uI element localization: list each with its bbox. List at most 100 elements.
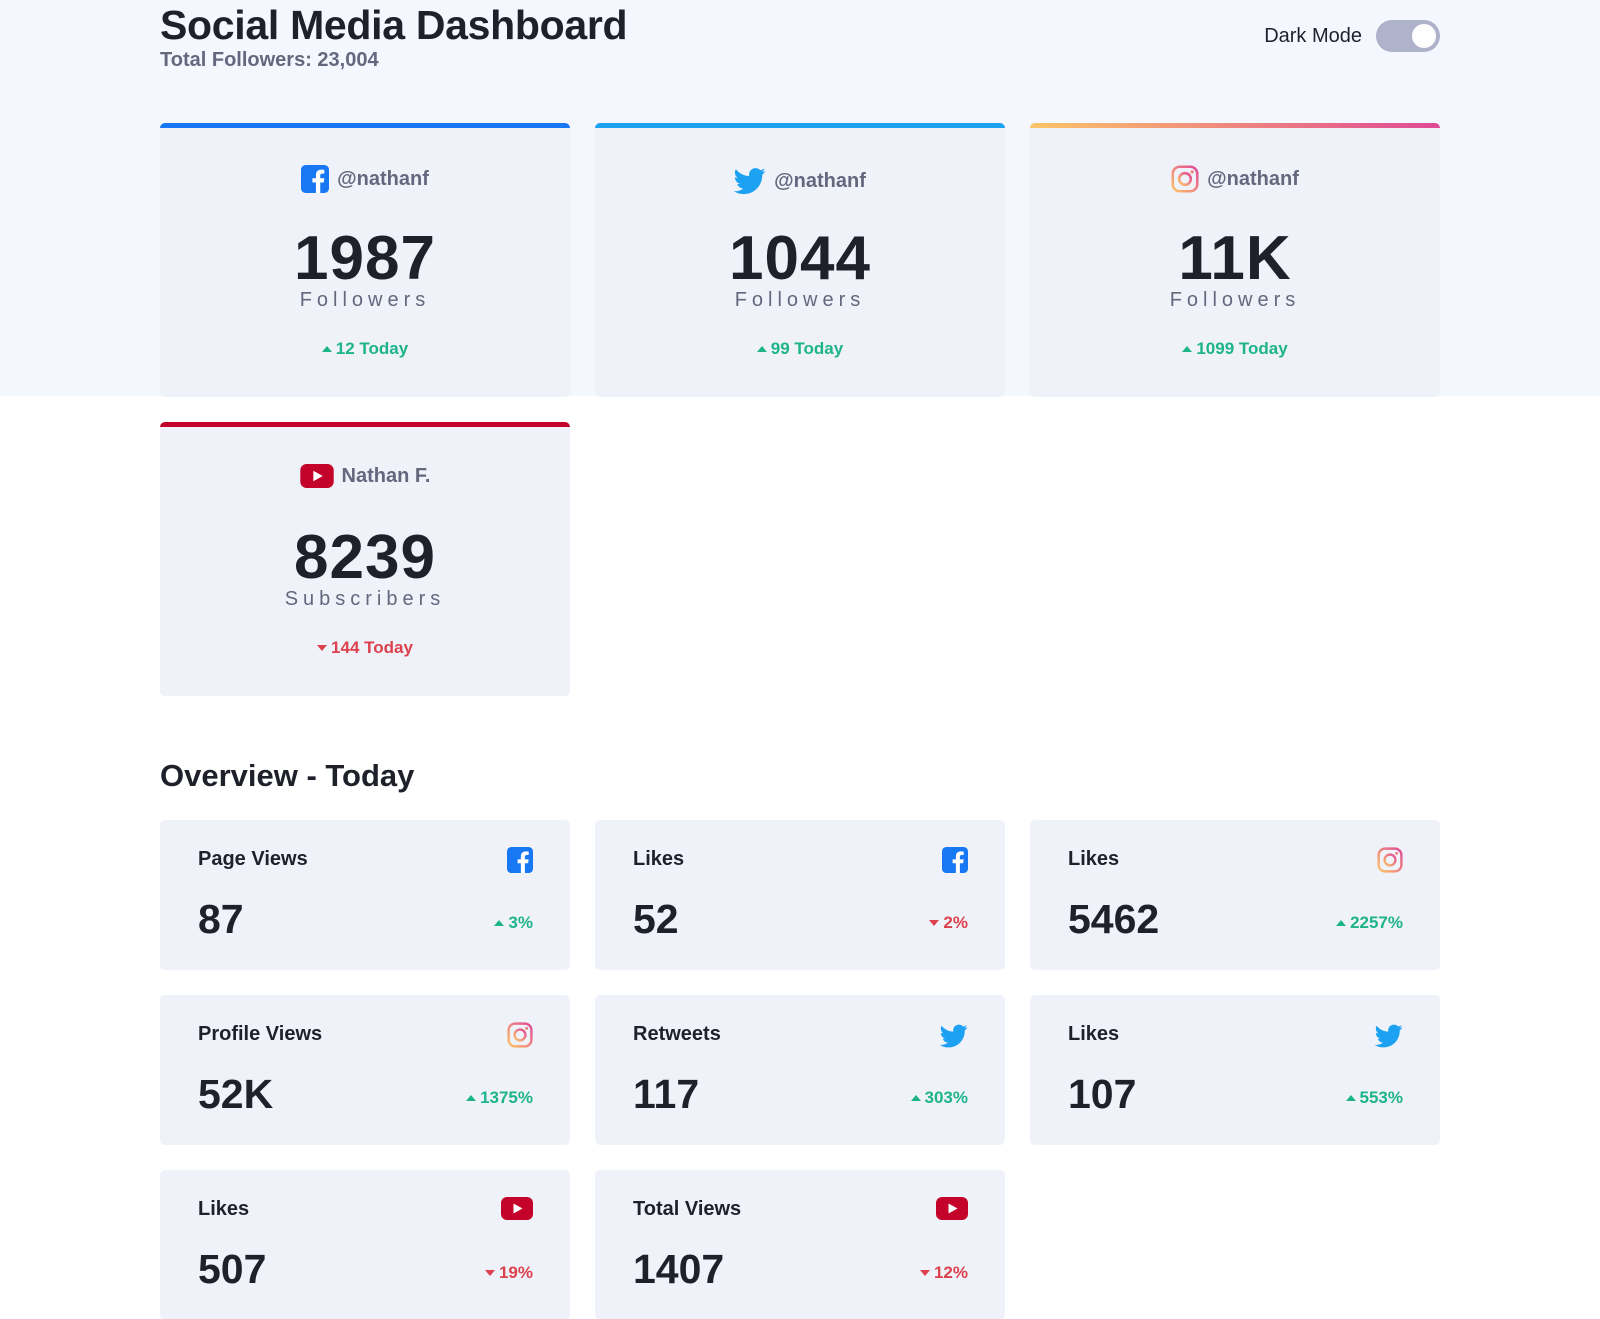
card-top-bar (160, 123, 570, 128)
overview-percent: 2% (943, 913, 968, 932)
overview-cards: Page Views 87 3% Likes 52 2% Likes 5462 … (160, 820, 1440, 1319)
arrow-up-icon (1336, 920, 1347, 926)
overview-card-twitter-likes[interactable]: Likes 107 553% (1030, 995, 1440, 1145)
card-handle-row: Nathan F. (160, 464, 570, 488)
overview-change: 12% (919, 1263, 968, 1283)
youtube-icon (299, 464, 334, 488)
overview-change: 303% (910, 1088, 968, 1108)
instagram-icon (507, 1022, 533, 1048)
page-title: Social Media Dashboard (160, 2, 628, 48)
overview-label: Likes (1068, 1023, 1120, 1045)
arrow-up-icon (321, 346, 332, 352)
card-handle: @nathanf (774, 169, 866, 192)
arrow-up-icon (1182, 346, 1193, 352)
overview-change: 19% (484, 1263, 533, 1283)
overview-label: Likes (1068, 848, 1120, 870)
overview-change: 3% (494, 913, 533, 933)
overview-label: Page Views (198, 848, 308, 870)
overview-change: 1375% (466, 1088, 533, 1108)
card-top-bar (595, 123, 1005, 128)
overview-label: Total Views (633, 1198, 742, 1220)
dark-mode-toggle[interactable] (1376, 20, 1440, 52)
card-top-bar (160, 422, 570, 427)
overview-percent: 553% (1359, 1088, 1403, 1107)
arrow-down-icon (929, 920, 940, 926)
overview-percent: 1375% (480, 1088, 533, 1107)
overview-card-youtube-likes[interactable]: Likes 507 19% (160, 1170, 570, 1319)
overview-value: 5462 (1068, 896, 1160, 942)
overview-value: 1407 (633, 1246, 725, 1292)
follower-card-twitter[interactable]: @nathanf 1044 Followers 99 Today (595, 123, 1005, 397)
overview-card-retweets[interactable]: Retweets 117 303% (595, 995, 1005, 1145)
follower-count: 1044 (729, 224, 871, 293)
overview-card-page-views[interactable]: Page Views 87 3% (160, 820, 570, 970)
overview-percent: 3% (508, 913, 533, 932)
daily-change: 99 Today (595, 339, 1005, 359)
dark-mode-label: Dark Mode (1264, 24, 1362, 47)
card-handle-row: @nathanf (160, 165, 570, 193)
arrow-up-icon (756, 346, 767, 352)
overview-value: 117 (633, 1071, 700, 1117)
youtube-icon (936, 1197, 968, 1220)
card-handle: @nathanf (337, 167, 429, 190)
overview-change: 2% (929, 913, 968, 933)
facebook-icon (507, 847, 533, 873)
overview-value: 87 (198, 896, 244, 942)
overview-label: Likes (633, 848, 685, 870)
card-top-bar (1030, 123, 1440, 128)
daily-change-value: 144 Today (331, 638, 413, 657)
twitter-icon (1375, 1022, 1403, 1050)
header: Social Media Dashboard Total Followers: … (160, 0, 1440, 80)
follower-card-instagram[interactable]: @nathanf 11K Followers 1099 Today (1030, 123, 1440, 397)
overview-change: 2257% (1336, 913, 1403, 933)
card-handle-row: @nathanf (1030, 165, 1440, 193)
follower-card-youtube[interactable]: Nathan F. 8239 Subscribers 144 Today (160, 422, 570, 696)
instagram-icon (1171, 165, 1199, 193)
daily-change: 12 Today (160, 339, 570, 359)
arrow-up-icon (466, 1095, 477, 1101)
overview-card-profile-views[interactable]: Profile Views 52K 1375% (160, 995, 570, 1145)
facebook-icon (301, 165, 330, 193)
overview-value: 507 (198, 1246, 267, 1292)
overview-percent: 19% (498, 1263, 533, 1282)
follower-unit: Followers (734, 289, 866, 311)
arrow-down-icon (919, 1270, 930, 1276)
overview-label: Profile Views (198, 1023, 323, 1045)
overview-card-total-views[interactable]: Total Views 1407 12% (595, 1170, 1005, 1319)
follower-count: 11K (1178, 224, 1292, 293)
follower-unit: Followers (299, 289, 431, 311)
daily-change: 144 Today (160, 638, 570, 658)
follower-unit: Followers (1169, 289, 1301, 311)
toggle-knob[interactable] (1412, 24, 1436, 48)
arrow-down-icon (484, 1270, 495, 1276)
dark-mode-control: Dark Mode (1264, 20, 1440, 52)
dashboard: Social Media Dashboard Total Followers: … (160, 0, 1440, 1319)
facebook-icon (942, 847, 968, 873)
card-handle: @nathanf (1207, 167, 1299, 190)
daily-change-value: 99 Today (770, 339, 844, 358)
daily-change-value: 12 Today (335, 339, 409, 358)
arrow-up-icon (910, 1095, 921, 1101)
follower-count: 1987 (294, 224, 436, 293)
follower-card-facebook[interactable]: @nathanf 1987 Followers 12 Today (160, 123, 570, 397)
twitter-icon (940, 1022, 968, 1050)
overview-value: 107 (1068, 1071, 1137, 1117)
instagram-icon (1377, 847, 1403, 873)
overview-change: 553% (1345, 1088, 1403, 1108)
follower-cards: @nathanf 1987 Followers 12 Today @nathan… (160, 123, 1440, 696)
overview-title: Overview - Today (160, 758, 415, 793)
follower-unit: Subscribers (284, 588, 446, 610)
daily-change-value: 1099 Today (1196, 339, 1288, 358)
youtube-icon (501, 1197, 533, 1220)
daily-change: 1099 Today (1030, 339, 1440, 359)
overview-card-instagram-likes[interactable]: Likes 5462 2257% (1030, 820, 1440, 970)
overview-card-facebook-likes[interactable]: Likes 52 2% (595, 820, 1005, 970)
card-handle: Nathan F. (341, 464, 431, 487)
arrow-up-icon (494, 920, 505, 926)
card-handle-row: @nathanf (595, 165, 1005, 197)
total-followers: Total Followers: 23,004 (160, 49, 379, 71)
overview-label: Likes (198, 1198, 250, 1220)
follower-count: 8239 (294, 523, 436, 592)
overview-percent: 2257% (1350, 913, 1403, 932)
overview-value: 52 (633, 896, 679, 942)
